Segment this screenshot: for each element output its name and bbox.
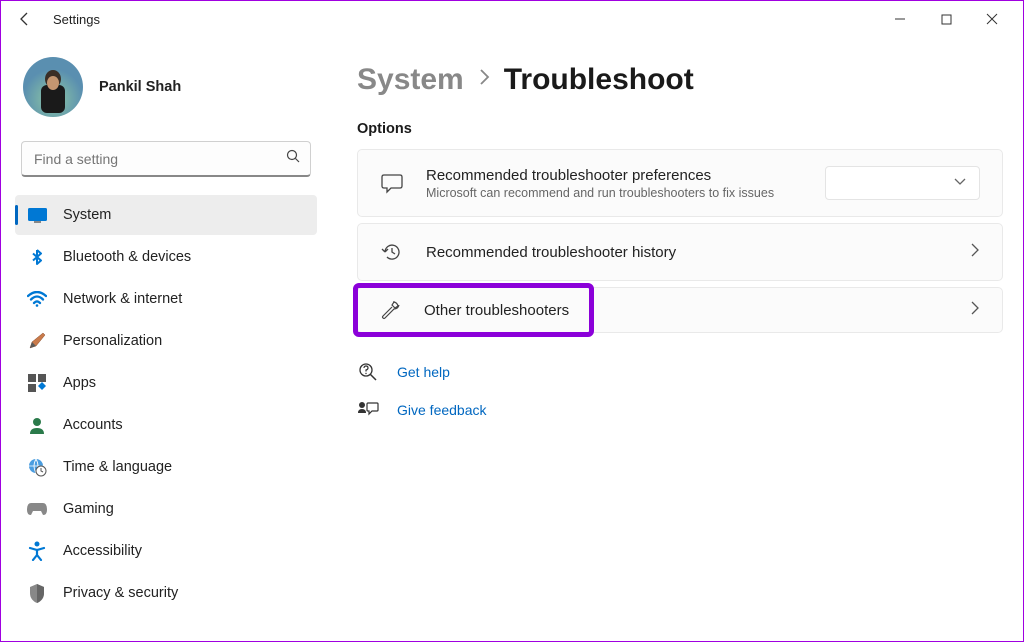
feedback-icon — [357, 399, 379, 421]
sidebar-item-system[interactable]: System — [15, 195, 317, 235]
sidebar-item-label: Privacy & security — [63, 585, 178, 601]
maximize-button[interactable] — [923, 3, 969, 35]
card-desc: Microsoft can recommend and run troubles… — [426, 186, 803, 200]
chevron-right-icon — [478, 68, 490, 92]
minimize-button[interactable] — [877, 3, 923, 35]
sidebar-item-apps[interactable]: Apps — [15, 363, 317, 403]
sidebar-item-label: Gaming — [63, 501, 114, 517]
sidebar-item-label: Apps — [63, 375, 96, 391]
profile-name: Pankil Shah — [99, 79, 181, 95]
card-title: Other troubleshooters — [424, 302, 569, 319]
link-label: Give feedback — [397, 402, 487, 418]
breadcrumb-parent[interactable]: System — [357, 63, 464, 97]
bluetooth-icon — [27, 247, 47, 267]
sidebar-item-accounts[interactable]: Accounts — [15, 405, 317, 445]
sidebar-item-label: Bluetooth & devices — [63, 249, 191, 265]
sidebar-item-label: Accounts — [63, 417, 123, 433]
breadcrumb: System Troubleshoot — [357, 63, 1003, 97]
sidebar-item-gaming[interactable]: Gaming — [15, 489, 317, 529]
profile[interactable]: Pankil Shah — [15, 53, 317, 133]
sidebar-item-personalization[interactable]: Personalization — [15, 321, 317, 361]
sidebar-item-bluetooth[interactable]: Bluetooth & devices — [15, 237, 317, 277]
sidebar-item-accessibility[interactable]: Accessibility — [15, 531, 317, 571]
search-wrap — [21, 141, 311, 177]
sidebar-item-label: System — [63, 207, 111, 223]
history-icon — [380, 240, 404, 264]
card-recommended-preferences[interactable]: Recommended troubleshooter preferences M… — [357, 149, 1003, 217]
comment-icon — [380, 171, 404, 195]
gamepad-icon — [27, 499, 47, 519]
chevron-down-icon — [953, 174, 967, 192]
shield-icon — [27, 583, 47, 603]
titlebar: Settings — [1, 1, 1023, 37]
wifi-icon — [27, 289, 47, 309]
card-title: Recommended troubleshooter history — [426, 244, 948, 261]
link-label: Get help — [397, 364, 450, 380]
help-icon — [357, 361, 379, 383]
person-icon — [27, 415, 47, 435]
breadcrumb-current: Troubleshoot — [504, 63, 694, 97]
sidebar-item-label: Accessibility — [63, 543, 142, 559]
link-get-help[interactable]: Get help — [357, 361, 1003, 383]
link-give-feedback[interactable]: Give feedback — [357, 399, 1003, 421]
accessibility-icon — [27, 541, 47, 561]
card-other-troubleshooters[interactable]: Other troubleshooters — [357, 287, 1003, 333]
card-title: Recommended troubleshooter preferences — [426, 167, 803, 184]
window-title: Settings — [53, 12, 100, 27]
sidebar: Pankil Shah System — [11, 43, 321, 631]
chevron-right-icon — [970, 242, 980, 263]
wrench-icon — [378, 298, 402, 322]
sidebar-item-label: Network & internet — [63, 291, 182, 307]
preferences-dropdown[interactable] — [825, 166, 980, 200]
sidebar-item-label: Time & language — [63, 459, 172, 475]
close-button[interactable] — [969, 3, 1015, 35]
search-icon — [286, 149, 301, 169]
chevron-right-icon — [970, 300, 1002, 321]
search-input[interactable] — [21, 141, 311, 177]
sidebar-item-network[interactable]: Network & internet — [15, 279, 317, 319]
system-icon — [27, 205, 47, 225]
card-troubleshooter-history[interactable]: Recommended troubleshooter history — [357, 223, 1003, 281]
section-label: Options — [357, 121, 1003, 137]
nav-list: System Bluetooth & devices Network & int… — [15, 195, 317, 613]
help-links: Get help Give feedback — [357, 361, 1003, 421]
back-button[interactable] — [9, 3, 41, 35]
avatar — [23, 57, 83, 117]
brush-icon — [27, 331, 47, 351]
globe-clock-icon — [27, 457, 47, 477]
main-content: System Troubleshoot Options Recommended … — [321, 43, 1013, 631]
sidebar-item-privacy[interactable]: Privacy & security — [15, 573, 317, 613]
sidebar-item-label: Personalization — [63, 333, 162, 349]
apps-icon — [27, 373, 47, 393]
sidebar-item-time-language[interactable]: Time & language — [15, 447, 317, 487]
